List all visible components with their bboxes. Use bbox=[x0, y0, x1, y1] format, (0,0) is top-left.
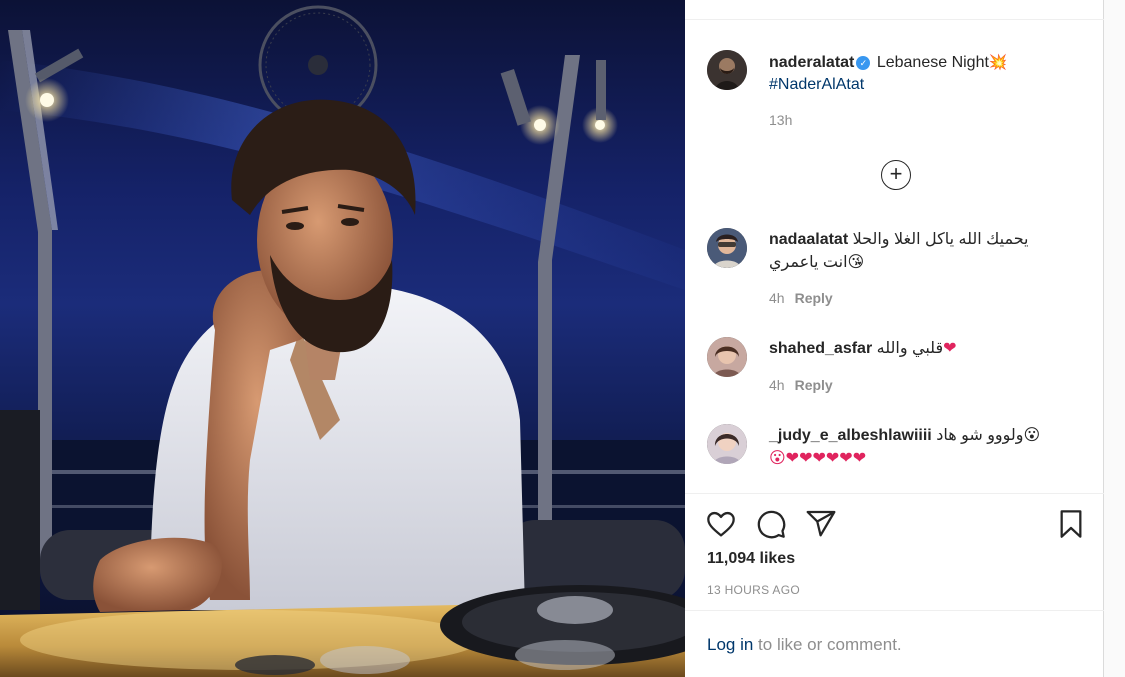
likes-count[interactable]: 11,094 likes bbox=[707, 550, 795, 568]
bookmark-icon[interactable] bbox=[1055, 508, 1087, 540]
commenter-username[interactable]: shahed_asfar bbox=[769, 340, 872, 357]
page-gutter bbox=[1104, 0, 1125, 677]
collision-emoji: 💥 bbox=[988, 54, 1008, 71]
comment-body-line2: 😮❤❤❤❤❤❤ bbox=[769, 450, 867, 467]
commenter-avatar[interactable] bbox=[707, 228, 747, 268]
caption-body: Lebanese Night bbox=[876, 54, 989, 71]
comment-body: يحميك الله ياكل الغلا والحلا bbox=[852, 231, 1029, 248]
reply-button[interactable]: Reply bbox=[795, 290, 833, 306]
load-more-comments-button[interactable]: + bbox=[881, 160, 911, 190]
comment-timestamp[interactable]: 4h bbox=[769, 290, 785, 306]
caption-timestamp[interactable]: 13h bbox=[769, 112, 792, 128]
comment-text: nadaalatat يحميك الله ياكل الغلا والحلا … bbox=[769, 228, 1079, 274]
verified-badge-icon: ✓ bbox=[856, 56, 871, 70]
comment-meta: 4h Reply bbox=[769, 290, 833, 306]
actions-divider bbox=[685, 493, 1104, 494]
caption-hashtag[interactable]: #NaderAlAtat bbox=[769, 74, 864, 96]
commenter-username[interactable]: _judy_e_albeshlawiiii bbox=[769, 427, 932, 444]
commenter-username[interactable]: nadaalatat bbox=[769, 231, 848, 248]
login-link[interactable]: Log in bbox=[707, 635, 753, 654]
header-divider bbox=[685, 19, 1104, 20]
post-photo[interactable] bbox=[0, 0, 685, 677]
login-prompt-text: to like or comment. bbox=[753, 635, 902, 654]
footer-divider bbox=[685, 610, 1104, 611]
comment-body: قلبي والله bbox=[876, 340, 944, 357]
comment-body: ولووو شو هاد bbox=[936, 427, 1024, 444]
reply-button[interactable]: Reply bbox=[795, 377, 833, 393]
comment-body-line2: انت ياعمري😘 bbox=[769, 254, 865, 271]
comment-text: _judy_e_albeshlawiiii ولووو شو هاد😮 😮❤❤❤… bbox=[769, 424, 1079, 470]
post-sidebar: naderalatat ✓ Lebanese Night💥 #NaderAlAta… bbox=[685, 0, 1104, 677]
commenter-avatar[interactable] bbox=[707, 337, 747, 377]
comment-meta: 4h Reply bbox=[769, 377, 833, 393]
comment-icon[interactable] bbox=[755, 508, 787, 540]
comment-timestamp[interactable]: 4h bbox=[769, 377, 785, 393]
commenter-avatar[interactable] bbox=[707, 424, 747, 464]
login-prompt: Log in to like or comment. bbox=[707, 635, 902, 655]
heart-icon[interactable] bbox=[705, 508, 737, 540]
post-photo-illustration bbox=[0, 5, 685, 677]
plus-circle-icon: + bbox=[889, 161, 903, 186]
share-icon[interactable] bbox=[805, 508, 837, 540]
post-date[interactable]: 13 HOURS AGO bbox=[707, 583, 800, 597]
red-heart-emoji: ❤ bbox=[943, 340, 957, 357]
author-avatar[interactable] bbox=[707, 50, 747, 90]
caption-text: naderalatat ✓ Lebanese Night💥 #NaderAlAta… bbox=[769, 52, 1069, 96]
astonished-emoji: 😮 bbox=[1023, 427, 1041, 444]
comment-text: shahed_asfar قلبي والله❤ bbox=[769, 337, 1079, 360]
author-username[interactable]: naderalatat bbox=[769, 54, 854, 71]
